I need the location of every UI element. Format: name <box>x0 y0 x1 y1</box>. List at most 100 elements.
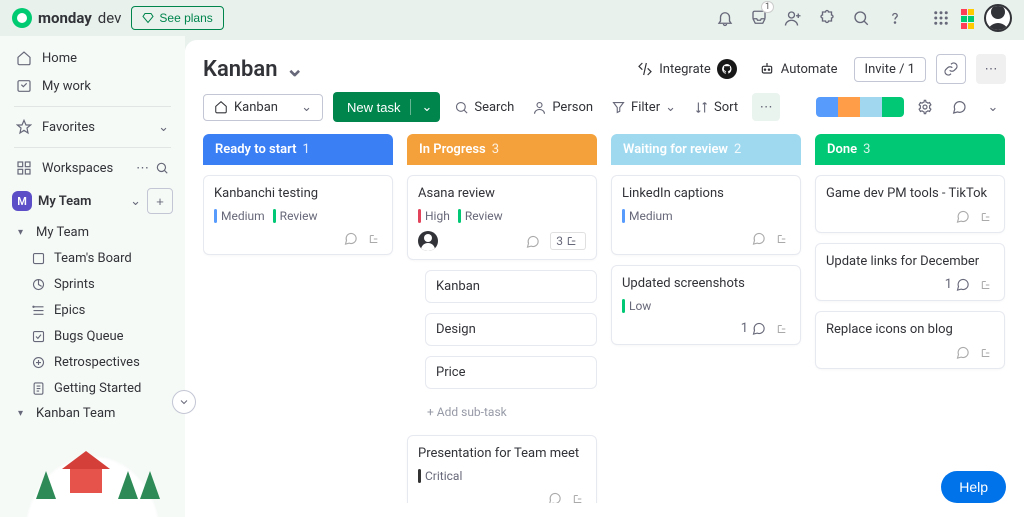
card-subtasks[interactable] <box>776 322 790 336</box>
chevron-down-icon: ⌄ <box>301 100 312 115</box>
invite-members-button[interactable] <box>778 3 808 33</box>
notifications-button[interactable] <box>710 3 740 33</box>
dots-icon: ⋯ <box>760 100 773 115</box>
view-selector[interactable]: Kanban ⌄ <box>203 94 323 121</box>
board-title[interactable]: Kanban ⌄ <box>203 57 304 82</box>
sort-icon <box>694 100 709 115</box>
link-button[interactable] <box>936 54 966 84</box>
kanban-card[interactable]: Game dev PM tools - TikTok <box>815 175 1005 233</box>
column-title: Waiting for review <box>623 142 728 157</box>
column-header[interactable]: Done 3 <box>815 134 1005 165</box>
workspace-chip: M <box>12 191 32 211</box>
search-workspace-icon[interactable] <box>155 161 169 175</box>
card-subtasks-count[interactable]: 3 <box>550 232 586 250</box>
tree-item[interactable]: Sprints <box>12 271 181 297</box>
toolbar: Kanban ⌄ New task ⌄ Search Person <box>203 92 1006 122</box>
column-count: 3 <box>863 142 870 157</box>
card-comments[interactable] <box>955 345 970 360</box>
tree-item[interactable]: Bugs Queue <box>12 323 181 349</box>
see-plans-label: See plans <box>159 11 212 25</box>
card-subtasks[interactable] <box>980 346 994 360</box>
column-body: LinkedIn captionsMedium Updated screensho… <box>611 165 801 345</box>
tree-item[interactable]: Retrospectives <box>12 349 181 375</box>
kanban-card[interactable]: Update links for December1 <box>815 243 1005 301</box>
kanban-card[interactable]: Asana reviewHighReview3 <box>407 175 597 260</box>
person-tool-button[interactable]: Person <box>528 96 597 119</box>
kanban-card[interactable]: Replace icons on blog <box>815 311 1005 369</box>
card-subtasks[interactable] <box>368 232 382 246</box>
card-comments[interactable] <box>547 491 562 503</box>
profile-avatar[interactable] <box>984 4 1012 32</box>
tree-label: Bugs Queue <box>54 329 124 344</box>
inbox-icon <box>750 9 768 27</box>
settings-button[interactable] <box>912 94 938 120</box>
card-comments[interactable] <box>955 209 970 224</box>
board-more-button[interactable]: ⋯ <box>976 54 1006 84</box>
board-icon <box>30 380 46 396</box>
card-comments[interactable]: 1 <box>945 277 970 292</box>
invite-button[interactable]: Invite / 1 <box>854 57 926 82</box>
filter-tool-button[interactable]: Filter ⌄ <box>607 96 680 119</box>
sidebar-item-workspaces[interactable]: Workspaces ⋯ <box>4 154 181 182</box>
tree-item[interactable]: Getting Started <box>12 375 181 401</box>
column-header[interactable]: Ready to start 1 <box>203 134 393 165</box>
toolbar-chevron-button[interactable]: ⌄ <box>980 94 1006 120</box>
column-header[interactable]: Waiting for review 2 <box>611 134 801 165</box>
product-logo[interactable]: monday dev <box>12 8 121 28</box>
card-title: Kanbanchi testing <box>214 186 382 201</box>
subtask-card[interactable]: Price <box>425 356 597 389</box>
sidebar-item-mywork[interactable]: My work <box>4 72 181 100</box>
workspace-selector[interactable]: M My Team ⌄ + <box>4 182 181 220</box>
card-comments[interactable] <box>751 231 766 246</box>
add-subtask-button[interactable]: + Add sub-task <box>427 399 597 425</box>
kanban-card[interactable]: Updated screenshotsLow1 <box>611 265 801 345</box>
search-tool-button[interactable]: Search <box>450 96 518 119</box>
column-header[interactable]: In Progress 3 <box>407 134 597 165</box>
tree-root[interactable]: ▾ My Team <box>12 220 181 245</box>
kanban-card[interactable]: Kanbanchi testingMediumReview <box>203 175 393 255</box>
card-title: LinkedIn captions <box>622 186 790 201</box>
topbar-right <box>710 3 1012 33</box>
card-comments[interactable] <box>343 231 358 246</box>
card-subtasks[interactable] <box>572 492 586 504</box>
toolbar-more-button[interactable]: ⋯ <box>752 93 780 121</box>
filter-icon <box>611 100 626 115</box>
subtask-card[interactable]: Design <box>425 313 597 346</box>
more-icon[interactable]: ⋯ <box>136 161 149 176</box>
column-count: 3 <box>492 142 499 157</box>
layout: Home My work Favorites ⌄ Workspaces ⋯ <box>0 36 1024 517</box>
tree-root-2[interactable]: ▾ Kanban Team <box>12 401 181 426</box>
tree-item[interactable]: Epics <box>12 297 181 323</box>
add-workspace-button[interactable]: + <box>147 188 173 214</box>
new-task-button[interactable]: New task ⌄ <box>333 92 440 122</box>
sidebar-item-favorites[interactable]: Favorites ⌄ <box>4 113 181 141</box>
kanban-card[interactable]: LinkedIn captionsMedium <box>611 175 801 255</box>
kanban-card[interactable]: Presentation for Team meetCritical <box>407 435 597 503</box>
tree-item[interactable]: Team's Board <box>12 245 181 271</box>
sidebar-label: Home <box>42 51 77 66</box>
sidebar-item-home[interactable]: Home <box>4 44 181 72</box>
search-button[interactable] <box>846 3 876 33</box>
column-color-strip[interactable] <box>816 97 904 117</box>
help-floating-button[interactable]: Help <box>941 471 1006 503</box>
see-plans-button[interactable]: See plans <box>131 6 223 30</box>
chat-button[interactable] <box>946 94 972 120</box>
integrate-icon <box>637 61 653 77</box>
integrate-button[interactable]: Integrate <box>631 55 743 83</box>
automate-button[interactable]: Automate <box>753 57 844 81</box>
help-button[interactable] <box>880 3 910 33</box>
sort-tool-button[interactable]: Sort <box>690 96 742 119</box>
card-subtasks[interactable] <box>776 232 790 246</box>
view-name: Kanban <box>234 100 278 115</box>
subtask-card[interactable]: Kanban <box>425 270 597 303</box>
column-body: Asana reviewHighReview3 Kanban Design Pric… <box>407 165 597 503</box>
collapse-sidebar-button[interactable] <box>172 390 196 414</box>
apps-grid-button[interactable] <box>926 3 956 33</box>
card-comments[interactable] <box>525 234 540 249</box>
apps-button[interactable] <box>812 3 842 33</box>
inbox-button[interactable] <box>744 3 774 33</box>
card-comments[interactable]: 1 <box>741 321 766 336</box>
card-subtasks[interactable] <box>980 278 994 292</box>
chevron-down-icon: ⌄ <box>665 100 676 115</box>
card-subtasks[interactable] <box>980 210 994 224</box>
